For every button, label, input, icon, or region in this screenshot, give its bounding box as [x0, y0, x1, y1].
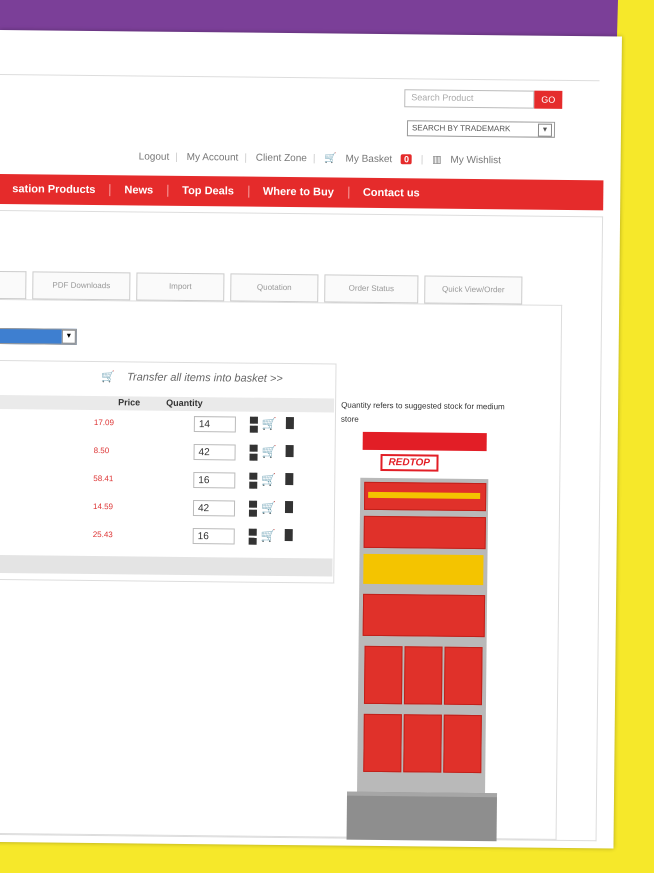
table-row: 14.59 42 🛒	[0, 495, 333, 521]
package	[363, 645, 403, 705]
row-price: 25.43	[92, 529, 113, 540]
table-row: 8.50 42 🛒	[0, 439, 334, 465]
my-wishlist-link[interactable]: My Wishlist	[450, 155, 501, 167]
display-base	[346, 791, 498, 842]
row-price: 58.41	[93, 474, 114, 484]
tab-pdf-downloads[interactable]: PDF Downloads	[32, 271, 131, 301]
add-to-cart-icon[interactable]: 🛒	[261, 501, 276, 515]
price-header: Price	[118, 397, 141, 408]
table-header: Price Quantity	[0, 394, 335, 413]
tab-quick-view-order[interactable]: Quick View/Order	[424, 275, 523, 305]
table-row: 58.41 16 🛒	[0, 467, 333, 493]
trash-icon[interactable]	[285, 473, 294, 486]
nav-item-products[interactable]: sation Products	[0, 182, 111, 197]
quantity-stepper[interactable]	[248, 528, 257, 545]
logout-link[interactable]: Logout	[139, 151, 170, 162]
add-to-cart-icon[interactable]: 🛒	[262, 445, 277, 459]
quantity-stepper[interactable]	[249, 416, 258, 433]
package	[403, 646, 443, 705]
row-price: 14.59	[92, 502, 114, 512]
browser-screen: Search Product GO SEARCH BY TRADEMARK ▼ …	[0, 30, 622, 849]
cart-icon: 🛒	[101, 371, 116, 384]
chevron-down-icon[interactable]: ▼	[61, 329, 76, 344]
package	[443, 646, 483, 706]
basket-grid: 🛒 Transfer all items into basket >> Price…	[0, 359, 337, 584]
quantity-input[interactable]: 16	[193, 472, 236, 489]
add-to-cart-icon[interactable]: 🛒	[261, 529, 276, 543]
trash-icon[interactable]	[284, 529, 293, 542]
main-content: PDF Downloads Import Quotation Order Sta…	[0, 209, 604, 842]
tab-quotation[interactable]: Quotation	[230, 273, 319, 303]
package	[443, 714, 482, 774]
trash-icon[interactable]	[285, 445, 294, 458]
trash-icon[interactable]	[284, 501, 294, 514]
quantity-input[interactable]: 42	[193, 444, 236, 461]
my-basket-link[interactable]: My Basket	[345, 154, 392, 165]
header-divider	[0, 73, 600, 82]
package-row	[363, 515, 486, 550]
basket-icon[interactable]: 🛒	[324, 153, 337, 164]
chevron-down-icon[interactable]: ▼	[537, 123, 553, 137]
client-zone-link[interactable]: Client Zone	[256, 153, 307, 165]
quantity-header: Quantity	[166, 397, 203, 409]
tab-partial[interactable]	[0, 270, 27, 300]
wishlist-icon[interactable]: ▥	[432, 155, 442, 166]
transfer-label: Transfer all items into basket >>	[127, 371, 283, 385]
package-row	[362, 593, 486, 638]
quantity-input[interactable]: 16	[192, 528, 235, 545]
quantity-input[interactable]: 42	[192, 500, 236, 517]
display-header: REDTOP	[362, 431, 487, 480]
basket-count-badge: 0	[400, 154, 413, 165]
package	[363, 713, 402, 773]
category-select[interactable]: ▼	[0, 327, 77, 345]
row-price: 8.50	[93, 446, 110, 456]
trademark-select-label: SEARCH BY TRADEMARK	[411, 123, 511, 134]
quantity-stepper[interactable]	[248, 500, 258, 517]
trash-icon[interactable]	[285, 417, 294, 430]
stock-note: Quantity refers to suggested stock for m…	[340, 400, 505, 424]
quantity-stepper[interactable]	[249, 444, 258, 461]
redtop-logo: REDTOP	[380, 454, 439, 472]
nav-item-contact[interactable]: Contact us	[349, 187, 434, 200]
package	[403, 714, 442, 773]
table-row: 17.09 14 🛒	[0, 411, 334, 437]
row-price: 17.09	[93, 418, 114, 428]
trademark-select[interactable]: SEARCH BY TRADEMARK ▼	[406, 120, 556, 138]
nav-item-news[interactable]: News	[110, 184, 169, 197]
account-links: Logout | My Account | Client Zone | 🛒 My Ba…	[138, 151, 502, 167]
add-to-cart-icon[interactable]: 🛒	[262, 417, 277, 431]
quantity-input[interactable]: 14	[193, 416, 236, 433]
transfer-all-link[interactable]: 🛒 Transfer all items into basket >>	[101, 370, 283, 385]
main-nav: sation Products News Top Deals Where to …	[0, 173, 604, 211]
tab-import[interactable]: Import	[136, 272, 225, 302]
table-footer	[0, 554, 333, 577]
search-input[interactable]: Search Product	[404, 89, 535, 109]
product-display-image: REDTOP	[346, 430, 501, 842]
table-row: 25.43 16 🛒	[0, 523, 333, 549]
package-label	[368, 491, 481, 500]
tab-order-status[interactable]: Order Status	[324, 274, 419, 304]
display-pegboard	[357, 477, 489, 798]
quantity-stepper[interactable]	[249, 472, 258, 489]
my-account-link[interactable]: My Account	[187, 152, 239, 164]
nav-item-where-to-buy[interactable]: Where to Buy	[248, 185, 349, 199]
package-row	[363, 553, 484, 586]
search-go-button[interactable]: GO	[534, 90, 563, 109]
nav-item-top-deals[interactable]: Top Deals	[168, 184, 250, 198]
add-to-cart-icon[interactable]: 🛒	[261, 473, 276, 487]
